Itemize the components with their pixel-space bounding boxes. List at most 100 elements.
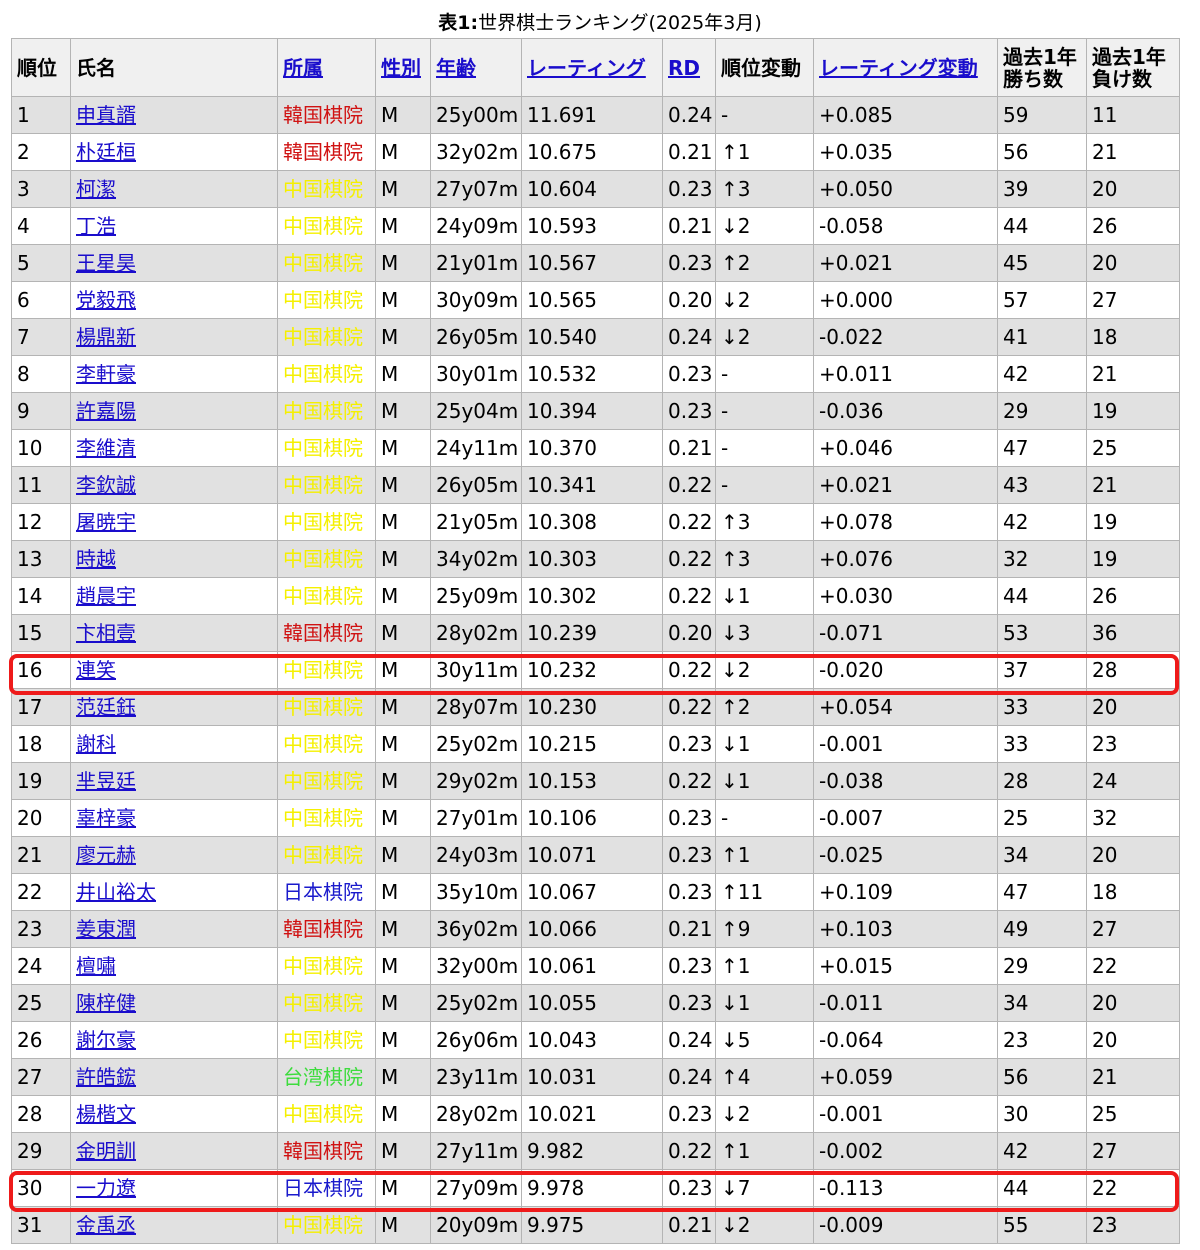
player-name-link[interactable]: 党毅飛 (76, 288, 136, 312)
player-name-link[interactable]: 趙晨宇 (76, 584, 136, 608)
rating-change-cell: -0.022 (813, 318, 998, 356)
player-name-link[interactable]: 申真諝 (76, 103, 136, 127)
losses-cell: 22 (1086, 947, 1180, 985)
table-row: 3 柯潔 中国棋院 M 27y07m 10.604 0.23 ↑3 +0.050 39 20 (11, 170, 1180, 208)
table-row: 9 許嘉陽 中国棋院 M 25y04m 10.394 0.23- -0.036 29 19 (11, 392, 1180, 430)
player-name-link[interactable]: 范廷鈺 (76, 695, 136, 719)
losses-cell: 27 (1086, 281, 1180, 319)
rank-cell: 6 (11, 281, 71, 319)
player-name-link[interactable]: 柯潔 (76, 177, 116, 201)
player-name-link[interactable]: 一力遼 (76, 1176, 136, 1200)
sort-rating-change-link[interactable]: レーティング変動 (819, 56, 978, 80)
rating-cell: 10.215 (521, 725, 663, 763)
player-name-link[interactable]: 卞相壹 (76, 621, 136, 645)
player-name-link[interactable]: 朴廷桓 (76, 140, 136, 164)
age-cell: 29y02m (430, 762, 522, 800)
name-cell: 李欽誠 (70, 466, 278, 504)
rating-change-cell: +0.103 (813, 910, 998, 948)
rating-cell: 10.540 (521, 318, 663, 356)
player-name-link[interactable]: 李欽誠 (76, 473, 136, 497)
rd-cell: 0.20 (662, 281, 716, 319)
player-name-link[interactable]: 楊鼎新 (76, 325, 136, 349)
sort-affiliation-link[interactable]: 所属 (283, 56, 323, 80)
player-name-link[interactable]: 辜梓豪 (76, 806, 136, 830)
wins-cell: 30 (997, 1095, 1087, 1133)
age-cell: 25y02m (430, 984, 522, 1022)
header-affiliation[interactable]: 所属 (277, 38, 376, 97)
rank-cell: 10 (11, 429, 71, 467)
rating-cell: 10.593 (521, 207, 663, 245)
wins-cell: 34 (997, 984, 1087, 1022)
sort-age-link[interactable]: 年齢 (436, 56, 476, 80)
player-name-link[interactable]: 廖元赫 (76, 843, 136, 867)
rank-cell: 5 (11, 244, 71, 282)
wins-cell: 57 (997, 281, 1087, 319)
affiliation-cell: 中国棋院 (277, 503, 376, 541)
player-name-link[interactable]: 芈昱廷 (76, 769, 136, 793)
sort-rd-link[interactable]: RD (668, 56, 700, 80)
losses-cell: 19 (1086, 540, 1180, 578)
wins-cell: 49 (997, 910, 1087, 948)
table-row: 26 謝尔豪 中国棋院 M 26y06m 10.043 0.24 ↓5 -0.064 23 20 (11, 1021, 1180, 1059)
player-name-link[interactable]: 姜東潤 (76, 917, 136, 941)
header-rd[interactable]: RD (662, 38, 716, 97)
caption-label: 表1: (438, 12, 479, 34)
rating-change-cell: +0.035 (813, 133, 998, 171)
rating-change-cell: -0.064 (813, 1021, 998, 1059)
player-name-link[interactable]: 李軒豪 (76, 362, 136, 386)
header-gender[interactable]: 性別 (375, 38, 431, 97)
player-name-link[interactable]: 許皓鋐 (76, 1065, 136, 1089)
age-cell: 24y11m (430, 429, 522, 467)
player-name-link[interactable]: 謝尔豪 (76, 1028, 136, 1052)
player-name-link[interactable]: 丁浩 (76, 214, 116, 238)
rating-change-cell: +0.109 (813, 873, 998, 911)
sort-rating-link[interactable]: レーティング (527, 56, 646, 80)
wins-cell: 45 (997, 244, 1087, 282)
sort-gender-link[interactable]: 性別 (381, 56, 421, 80)
rating-change-cell: -0.007 (813, 799, 998, 837)
header-losses: 過去1年 負け数 (1086, 38, 1180, 97)
rank-change-cell: ↑3 (715, 540, 814, 578)
player-name-link[interactable]: 金禹丞 (76, 1213, 136, 1237)
header-losses-line2: 負け数 (1092, 66, 1152, 91)
header-rating[interactable]: レーティング (521, 38, 663, 97)
table-row: 16 連笑 中国棋院 M 30y11m 10.232 0.22 ↓2 -0.020 37 28 (11, 651, 1180, 689)
rating-cell: 10.071 (521, 836, 663, 874)
affiliation-cell: 日本棋院 (277, 873, 376, 911)
wins-cell: 44 (997, 207, 1087, 245)
rd-cell: 0.22 (662, 577, 716, 615)
table-row: 14 趙晨宇 中国棋院 M 25y09m 10.302 0.22 ↓1 +0.030 44 26 (11, 577, 1180, 615)
player-name-link[interactable]: 陳梓健 (76, 991, 136, 1015)
affiliation-cell: 中国棋院 (277, 799, 376, 837)
table-row: 7 楊鼎新 中国棋院 M 26y05m 10.540 0.24 ↓2 -0.022 41 18 (11, 318, 1180, 356)
player-name-link[interactable]: 王星昊 (76, 251, 136, 275)
player-name-link[interactable]: 時越 (76, 547, 116, 571)
rank-change-cell: ↑3 (715, 503, 814, 541)
age-cell: 28y02m (430, 1095, 522, 1133)
header-age[interactable]: 年齢 (430, 38, 522, 97)
header-rating-change[interactable]: レーティング変動 (813, 38, 998, 97)
losses-cell: 11 (1086, 96, 1180, 134)
player-name-link[interactable]: 連笑 (76, 658, 116, 682)
rd-cell: 0.21 (662, 207, 716, 245)
losses-cell: 21 (1086, 355, 1180, 393)
rank-change-cell: - (715, 429, 814, 467)
losses-cell: 25 (1086, 1095, 1180, 1133)
player-name-link[interactable]: 屠暁宇 (76, 510, 136, 534)
rating-change-cell: +0.015 (813, 947, 998, 985)
wins-cell: 42 (997, 1132, 1087, 1170)
wins-cell: 55 (997, 1206, 1087, 1244)
player-name-link[interactable]: 井山裕太 (76, 880, 156, 904)
name-cell: 檀嘯 (70, 947, 278, 985)
name-cell: 姜東潤 (70, 910, 278, 948)
player-name-link[interactable]: 李維清 (76, 436, 136, 460)
table-row: 10 李維清 中国棋院 M 24y11m 10.370 0.21- +0.046 47 25 (11, 429, 1180, 467)
player-name-link[interactable]: 檀嘯 (76, 954, 116, 978)
player-name-link[interactable]: 謝科 (76, 732, 116, 756)
player-name-link[interactable]: 許嘉陽 (76, 399, 136, 423)
rank-change-cell: - (715, 355, 814, 393)
player-name-link[interactable]: 楊楷文 (76, 1102, 136, 1126)
player-name-link[interactable]: 金明訓 (76, 1139, 136, 1163)
rating-change-cell: -0.001 (813, 1095, 998, 1133)
name-cell: 許皓鋐 (70, 1058, 278, 1096)
